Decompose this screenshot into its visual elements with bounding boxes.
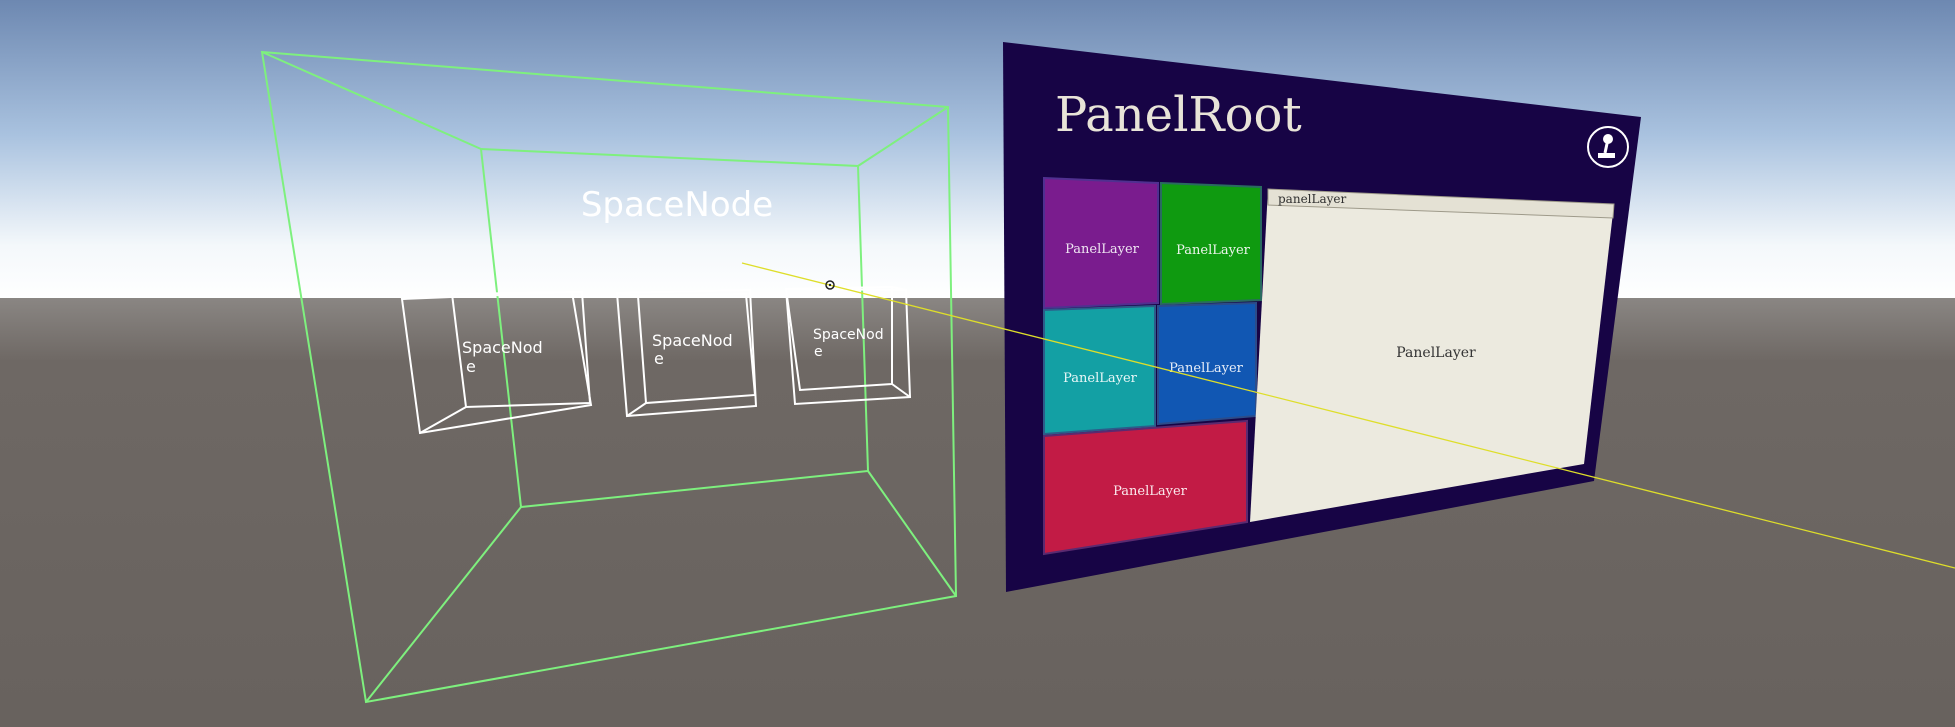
window-body-label: PanelLayer (1396, 345, 1476, 361)
tile-red-label: PanelLayer (1113, 484, 1188, 499)
scene-viewport[interactable]: SpaceNode SpaceNod e SpaceNod e SpaceNod… (0, 0, 1955, 723)
tile-teal-bg (1043, 304, 1156, 436)
panel-root-title: PanelRoot (1055, 87, 1302, 143)
tile-purple-label: PanelLayer (1065, 242, 1140, 257)
tile-teal-label: PanelLayer (1063, 371, 1138, 386)
window-title: panelLayer (1278, 192, 1347, 206)
scene-canvas: SpaceNode SpaceNod e SpaceNod e SpaceNod… (0, 0, 1955, 723)
panel-layer-tile-blue[interactable]: PanelLayer (1157, 301, 1257, 426)
panel-layer-tile-green[interactable]: PanelLayer (1160, 181, 1262, 306)
ground (0, 298, 1955, 723)
panel-layer-tile-purple[interactable]: PanelLayer (1043, 176, 1159, 310)
space-node-title: SpaceNode (581, 185, 773, 225)
sky (0, 0, 1955, 300)
panel-layer-tile-teal[interactable]: PanelLayer (1043, 304, 1156, 436)
tile-green-label: PanelLayer (1176, 243, 1251, 258)
